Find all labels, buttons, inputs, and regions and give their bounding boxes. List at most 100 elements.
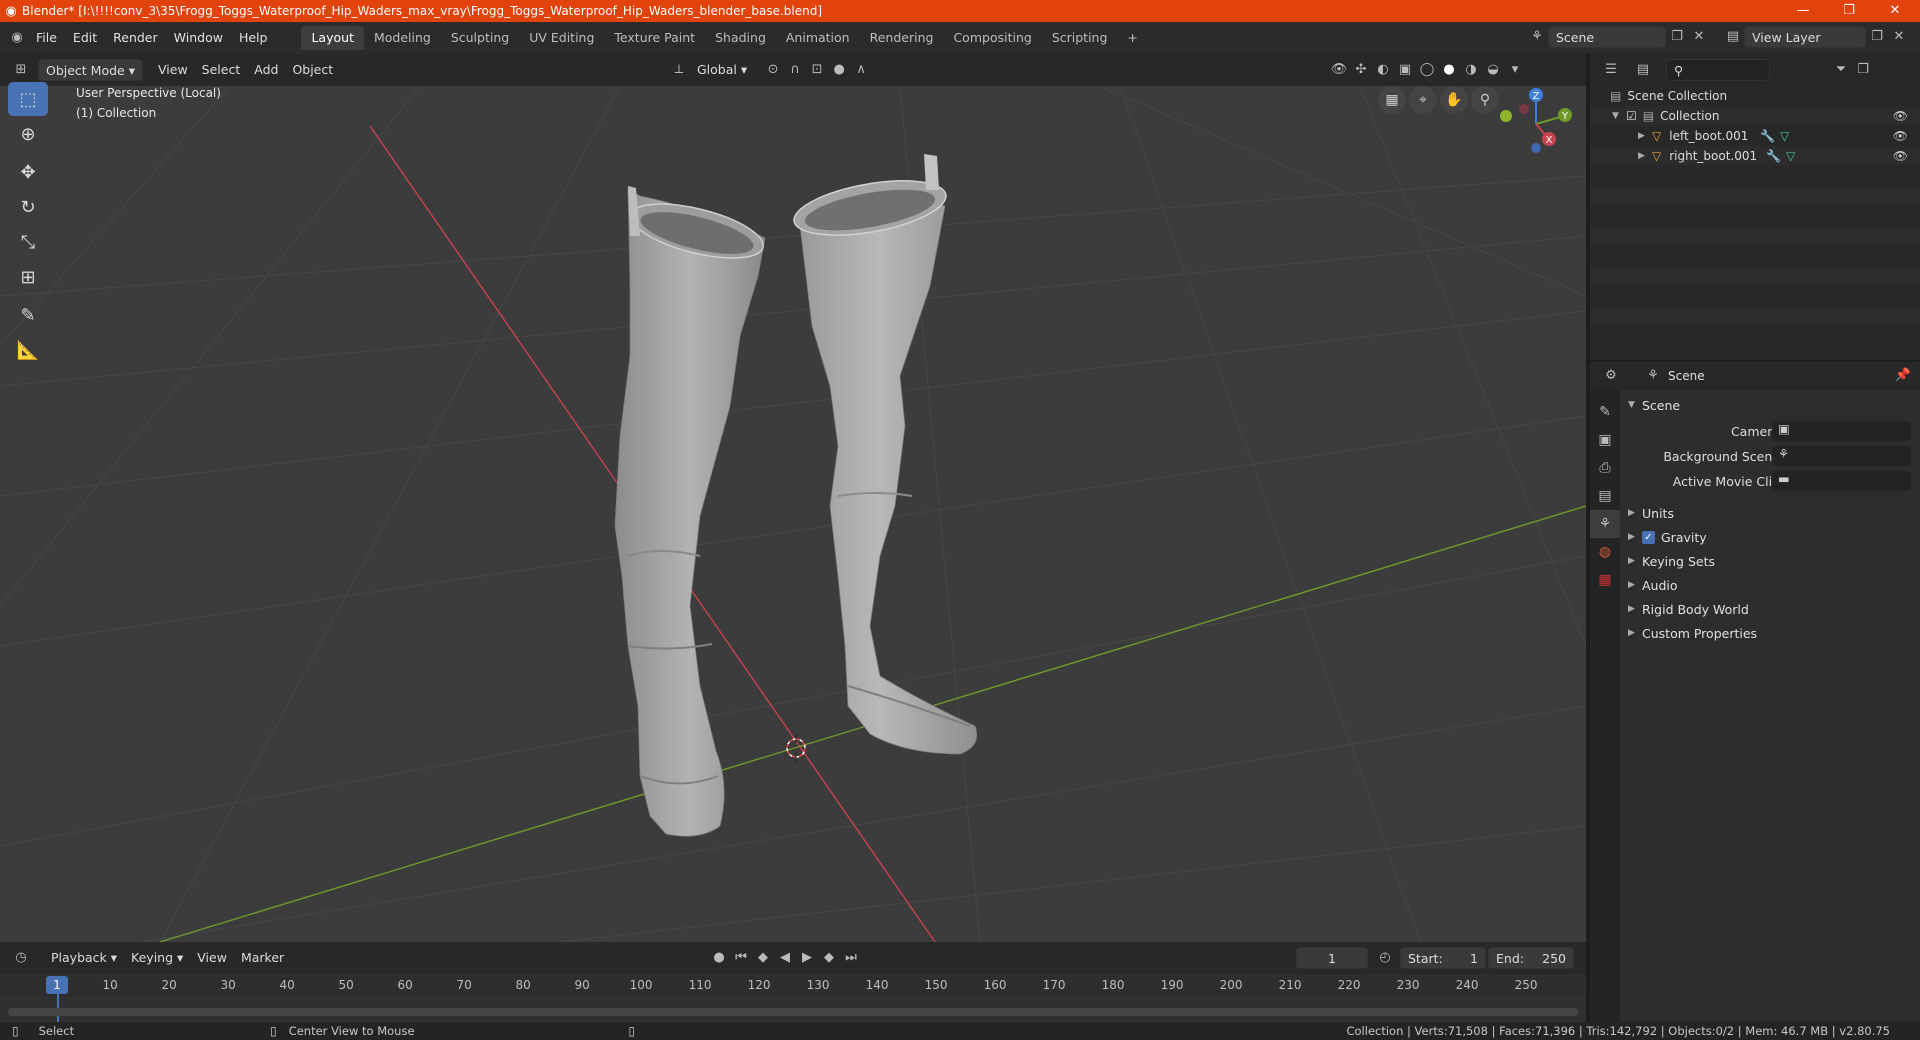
transform-tool-icon[interactable]: ⊞ [8,260,48,294]
menu-view[interactable]: View [151,59,195,81]
grid-view-icon[interactable]: ▦ [1378,86,1406,114]
texture-tab-icon[interactable]: ▦ [1590,566,1620,594]
tab-uv-editing[interactable]: UV Editing [519,26,604,50]
view-layer-tab-icon[interactable]: ▤ [1590,482,1620,510]
menu-timeline-view[interactable]: View [190,947,234,969]
scene-section-header[interactable]: ▼ Scene [1620,394,1920,416]
expand-triangle-icon[interactable]: ▶ [1628,580,1642,590]
timeline-scrollbar[interactable] [8,1008,1578,1016]
move-tool-icon[interactable]: ✥ [8,155,48,189]
collapse-triangle-icon[interactable]: ▼ [1628,400,1642,410]
annotate-tool-icon[interactable]: ✎ [8,298,48,332]
current-frame-field[interactable]: 1 [1296,947,1368,969]
play-icon[interactable]: ▶ [796,947,818,969]
visibility-eye-icon[interactable]: 👁 [1893,109,1908,123]
visibility-eye-icon[interactable]: 👁 [1893,129,1908,143]
right-boot-mesh[interactable] [790,154,978,755]
outliner-row-right-boot[interactable]: ▶ ▽ right_boot.001 🔧 ▽ 👁 [1590,146,1920,166]
background-scene-field[interactable]: ⚘ [1772,446,1911,466]
keying-sets-panel-header[interactable]: ▶ Keying Sets [1620,550,1920,572]
transform-orientation-dropdown[interactable]: Global ▾ [690,59,754,81]
menu-file[interactable]: File [28,22,65,54]
select-box-tool-icon[interactable]: ⬚ [8,82,48,116]
overlay-toggle-icon[interactable]: ◐ [1372,59,1394,81]
mode-dropdown[interactable]: Object Mode ▾ [38,59,143,81]
expand-triangle-icon[interactable]: ▶ [1628,628,1642,638]
snap-icon[interactable]: ∩ [784,59,806,81]
custom-properties-panel-header[interactable]: ▶ Custom Properties [1620,622,1920,644]
gravity-checkbox[interactable]: ✓ [1642,530,1655,544]
proportional-edit-icon[interactable]: ● [828,59,850,81]
properties-editor-icon[interactable]: ⚙ [1600,365,1622,387]
record-icon[interactable]: ● [708,947,730,969]
play-reverse-icon[interactable]: ◀ [774,947,796,969]
menu-object[interactable]: Object [285,59,340,81]
prev-keyframe-icon[interactable]: ◆ [752,947,774,969]
tab-compositing[interactable]: Compositing [943,26,1041,50]
checkbox-icon[interactable]: ☑ [1626,109,1637,123]
left-boot-mesh[interactable] [614,186,768,837]
active-movie-clip-field[interactable]: ▬ [1772,471,1911,491]
render-tab-icon[interactable]: ▣ [1590,426,1620,454]
stopwatch-icon[interactable]: ◴ [1374,947,1396,969]
tab-animation[interactable]: Animation [776,26,860,50]
jump-end-icon[interactable]: ⏭ [840,947,862,969]
close-button[interactable]: ✕ [1872,0,1918,22]
shading-rendered-icon[interactable]: ◒ [1482,59,1504,81]
gizmo-toggle-icon[interactable]: ✣ [1350,59,1372,81]
view-layer-selector[interactable]: View Layer [1744,26,1866,48]
modifier-wrench-icon[interactable]: 🔧 [1760,129,1775,143]
shading-options-icon[interactable]: ▾ [1504,59,1526,81]
new-scene-icon[interactable]: ❐ [1666,26,1688,48]
timeline-editor-icon[interactable]: ◷ [10,947,32,969]
frame-ruler[interactable]: 10 20 30 40 50 60 70 80 90 100 110 120 130 140 150 160 1… [0,974,1586,996]
snap-target-icon[interactable]: ⊡ [806,59,828,81]
expand-triangle-icon[interactable]: ▶ [1628,604,1642,614]
outliner-editor-icon[interactable]: ☰ [1600,59,1622,81]
tab-sculpting[interactable]: Sculpting [441,26,519,50]
menu-edit[interactable]: Edit [65,22,105,54]
tab-modeling[interactable]: Modeling [364,26,441,50]
units-panel-header[interactable]: ▶ Units [1620,502,1920,524]
mesh-data-icon[interactable]: ▽ [1786,149,1795,163]
expand-triangle-icon[interactable]: ▼ [1612,111,1626,121]
expand-triangle-icon[interactable]: ▶ [1628,508,1642,518]
audio-panel-header[interactable]: ▶ Audio [1620,574,1920,596]
expand-triangle-icon[interactable]: ▶ [1638,131,1652,141]
scale-tool-icon[interactable]: ⤡ [8,225,48,259]
mesh-data-icon[interactable]: ▽ [1780,129,1789,143]
3d-viewport[interactable]: Z Y X User Perspective (Local) (1) Colle… [0,86,1586,942]
rigid-body-world-panel-header[interactable]: ▶ Rigid Body World [1620,598,1920,620]
expand-triangle-icon[interactable]: ▶ [1628,532,1642,542]
world-tab-icon[interactable]: ◍ [1590,538,1620,566]
restore-button[interactable]: ❐ [1826,0,1872,22]
falloff-icon[interactable]: ∧ [850,59,872,81]
delete-scene-icon[interactable]: ✕ [1688,26,1710,48]
menu-render[interactable]: Render [105,22,166,54]
display-mode-icon[interactable]: ▤ [1632,59,1654,81]
outliner-row-scene-collection[interactable]: ▤ Scene Collection [1590,86,1920,106]
add-workspace-button[interactable]: + [1117,26,1147,50]
tab-layout[interactable]: Layout [301,26,364,50]
menu-keying[interactable]: Keying ▾ [124,947,190,969]
end-frame-field[interactable]: End: 250 [1488,947,1574,969]
minimize-button[interactable]: — [1780,0,1826,22]
tab-texture-paint[interactable]: Texture Paint [604,26,705,50]
pan-hand-icon[interactable]: ✋ [1440,86,1468,114]
timeline-area[interactable]: 10 20 30 40 50 60 70 80 90 100 110 120 130 140 150 160 1… [0,974,1586,1022]
menu-marker[interactable]: Marker [234,947,291,969]
menu-help[interactable]: Help [231,22,276,54]
camera-field[interactable]: ▣ [1772,421,1911,441]
pivot-point-icon[interactable]: ⊙ [762,59,784,81]
outliner-row-collection[interactable]: ▼ ☑ ▤ Collection 👁 [1590,106,1920,126]
menu-playback[interactable]: Playback ▾ [44,947,124,969]
camera-view-icon[interactable]: ⌖ [1409,86,1437,114]
tab-scripting[interactable]: Scripting [1042,26,1118,50]
shading-wireframe-icon[interactable]: ◯ [1416,59,1438,81]
current-frame-indicator[interactable]: 1 [46,976,68,994]
filter-icon[interactable]: ⏷ [1830,59,1852,81]
editor-type-icon[interactable]: ⊞ [10,59,32,81]
tool-tab-icon[interactable]: ✎ [1590,398,1620,426]
expand-triangle-icon[interactable]: ▶ [1638,151,1652,161]
jump-start-icon[interactable]: ⏮ [730,947,752,969]
